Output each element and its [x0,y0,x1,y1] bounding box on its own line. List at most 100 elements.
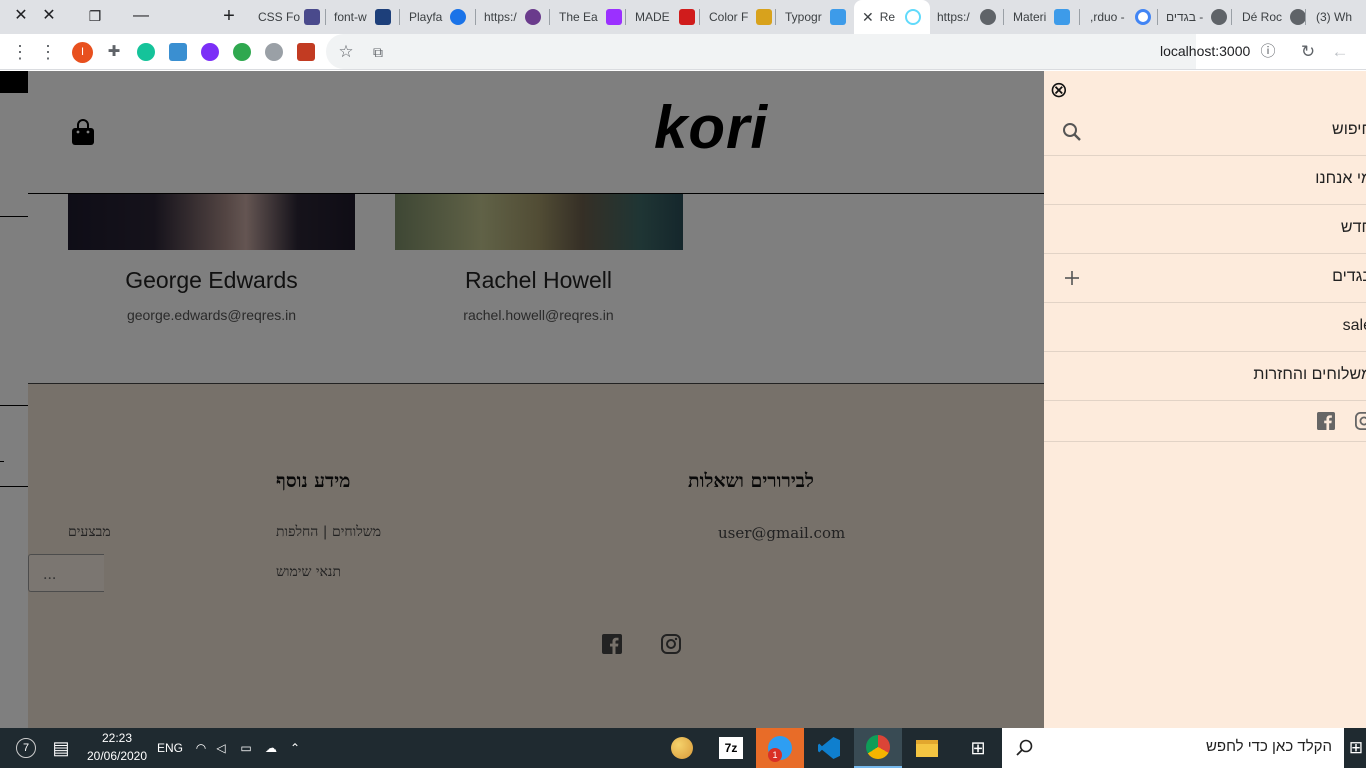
new-tab-button[interactable]: + [216,2,242,30]
window-close-button[interactable]: ✕ [8,2,34,30]
web-page: kori George Edwards george.edwards@reqre… [0,71,1366,728]
app-icon-with-badge[interactable]: 1 [756,728,804,768]
facebook-icon[interactable] [1317,412,1335,430]
grammarly-icon[interactable] [137,43,155,61]
taskbar-search-input[interactable]: הקלד כאן כדי לחפש [1206,738,1332,755]
taskbar-search-box[interactable]: הקלד כאן כדי לחפש [1002,728,1344,768]
tab-title: ,rduo - [1090,10,1125,24]
tab-title: בגדים - [1166,10,1204,24]
drawer-item-search[interactable]: חיפוש [1044,107,1366,156]
browser-tab[interactable]: MADE [626,0,700,34]
onedrive-icon[interactable]: ☁ [262,728,280,768]
browser-tab[interactable]: The Ea [550,0,626,34]
puzzle-extensions-icon[interactable]: ✚ [104,42,124,62]
tab-favicon-icon [1054,9,1071,25]
browser-tab[interactable]: ,rduo - [1080,0,1158,34]
chevron-up-icon[interactable]: ⌃ [286,728,304,768]
clock-date[interactable]: 20/06/2020 [86,749,148,763]
bug-icon[interactable] [265,43,283,61]
drawer-item-new[interactable]: חדש [1044,205,1366,254]
tab-favicon-icon [678,9,695,25]
drawer-item-about[interactable]: מי אנחנו [1044,156,1366,205]
reload-icon[interactable]: ↻ [1298,42,1318,62]
site-info-icon[interactable]: ⓘ [1258,42,1278,62]
tab-close-icon[interactable]: ✕ [862,9,874,26]
drawer-close-button[interactable]: ⊗ [1046,79,1068,101]
volume-icon[interactable]: ◁ [213,728,229,768]
drawer-item-label: מי אנחנו [1315,170,1366,187]
paint-app-icon[interactable] [664,728,700,768]
drawer-backdrop-overlay[interactable] [0,71,1044,728]
browser-tab[interactable]: Color F [700,0,776,34]
windows-start-icon[interactable]: ⊞ [1346,728,1366,768]
7zip-app-icon[interactable]: 7z [712,728,750,768]
install-app-icon[interactable]: ⧉ [368,42,388,62]
browser-tab[interactable]: Dé Roc [1232,0,1306,34]
drawer-item-shipping[interactable]: משלוחים והחזרות [1044,352,1366,401]
tab-title: MADE [635,10,670,24]
extensions-menu-icon[interactable]: ⋮ [38,42,58,62]
wifi-icon[interactable]: ◠ [193,728,209,768]
url-text[interactable]: localhost:3000 [1160,43,1250,59]
omnibox[interactable] [326,34,1196,69]
vscode-app-icon[interactable] [806,728,852,768]
drawer-item-label: חיפוש [1332,121,1366,138]
browser-tab[interactable]: Materi [1004,0,1080,34]
tab-title: https:/ [937,10,970,24]
tab-title: Dé Roc [1242,10,1283,24]
browser-tab[interactable]: https:/ [930,0,1004,34]
tab-favicon-icon [450,9,467,25]
tab-title: Typogr [785,10,822,24]
tab-favicon-icon [374,9,391,25]
extension-icon[interactable] [201,43,219,61]
overlay-divider [0,486,28,487]
notification-badge[interactable]: 7 [14,728,38,768]
tab-favicon-icon [304,9,321,25]
tab-title: Materi [1013,10,1047,24]
browser-tab[interactable]: CSS Fo [248,0,326,34]
battery-icon[interactable]: ▭ [238,728,254,768]
task-view-icon[interactable]: ⊞ [956,728,1000,768]
overlay-divider [0,461,4,462]
browser-tab[interactable]: Playfa [400,0,476,34]
google-icon [1134,9,1151,25]
browser-tab[interactable]: https:/ [476,0,550,34]
browser-tab[interactable]: font-w [326,0,400,34]
action-center-icon[interactable]: ▤ [50,728,72,768]
overlay-divider [0,405,28,406]
browser-tab-active[interactable]: ✕ Re [854,0,930,34]
back-arrow-icon[interactable]: ← [1330,42,1350,62]
window-maximize-button[interactable]: ❐ [82,2,108,30]
drawer-item-label: בגדים [1332,268,1366,285]
tab-title: CSS Fo [258,10,301,24]
drawer-item-clothes[interactable]: בגדים [1044,254,1366,303]
chrome-app-icon[interactable] [854,728,902,768]
browser-tab[interactable]: בגדים - [1158,0,1232,34]
tab-title: https:/ [484,10,517,24]
react-favicon-icon [905,9,922,25]
extension-icon[interactable] [169,43,187,61]
browser-tab[interactable]: (3) Wh [1306,0,1366,34]
html-validator-icon[interactable] [233,43,251,61]
tab-title: (3) Wh [1316,10,1352,24]
bookmark-star-icon[interactable]: ☆ [336,42,356,62]
tab-title: The Ea [559,10,598,24]
clock-time[interactable]: 22:23 [86,731,148,745]
drawer-item-sale[interactable]: sale [1044,303,1366,352]
search-icon[interactable] [1062,122,1082,142]
instagram-icon[interactable] [1355,412,1366,430]
tab-favicon-icon [524,9,541,25]
file-explorer-icon[interactable] [904,728,950,768]
plus-icon[interactable] [1064,270,1080,286]
browser-tab[interactable]: Typogr [776,0,854,34]
window-close-icon[interactable]: ✕ [36,2,62,30]
search-icon [1016,739,1033,756]
tab-title: font-w [334,10,367,24]
tab-favicon-icon [829,9,846,25]
profile-avatar-icon[interactable]: I [72,42,93,63]
drawer-item-label: sale [1342,317,1366,334]
language-indicator[interactable]: ENG [156,728,184,768]
extension-icon[interactable] [297,43,315,61]
chrome-menu-icon[interactable]: ⋮ [10,42,30,62]
window-minimize-button[interactable]: — [128,2,154,30]
